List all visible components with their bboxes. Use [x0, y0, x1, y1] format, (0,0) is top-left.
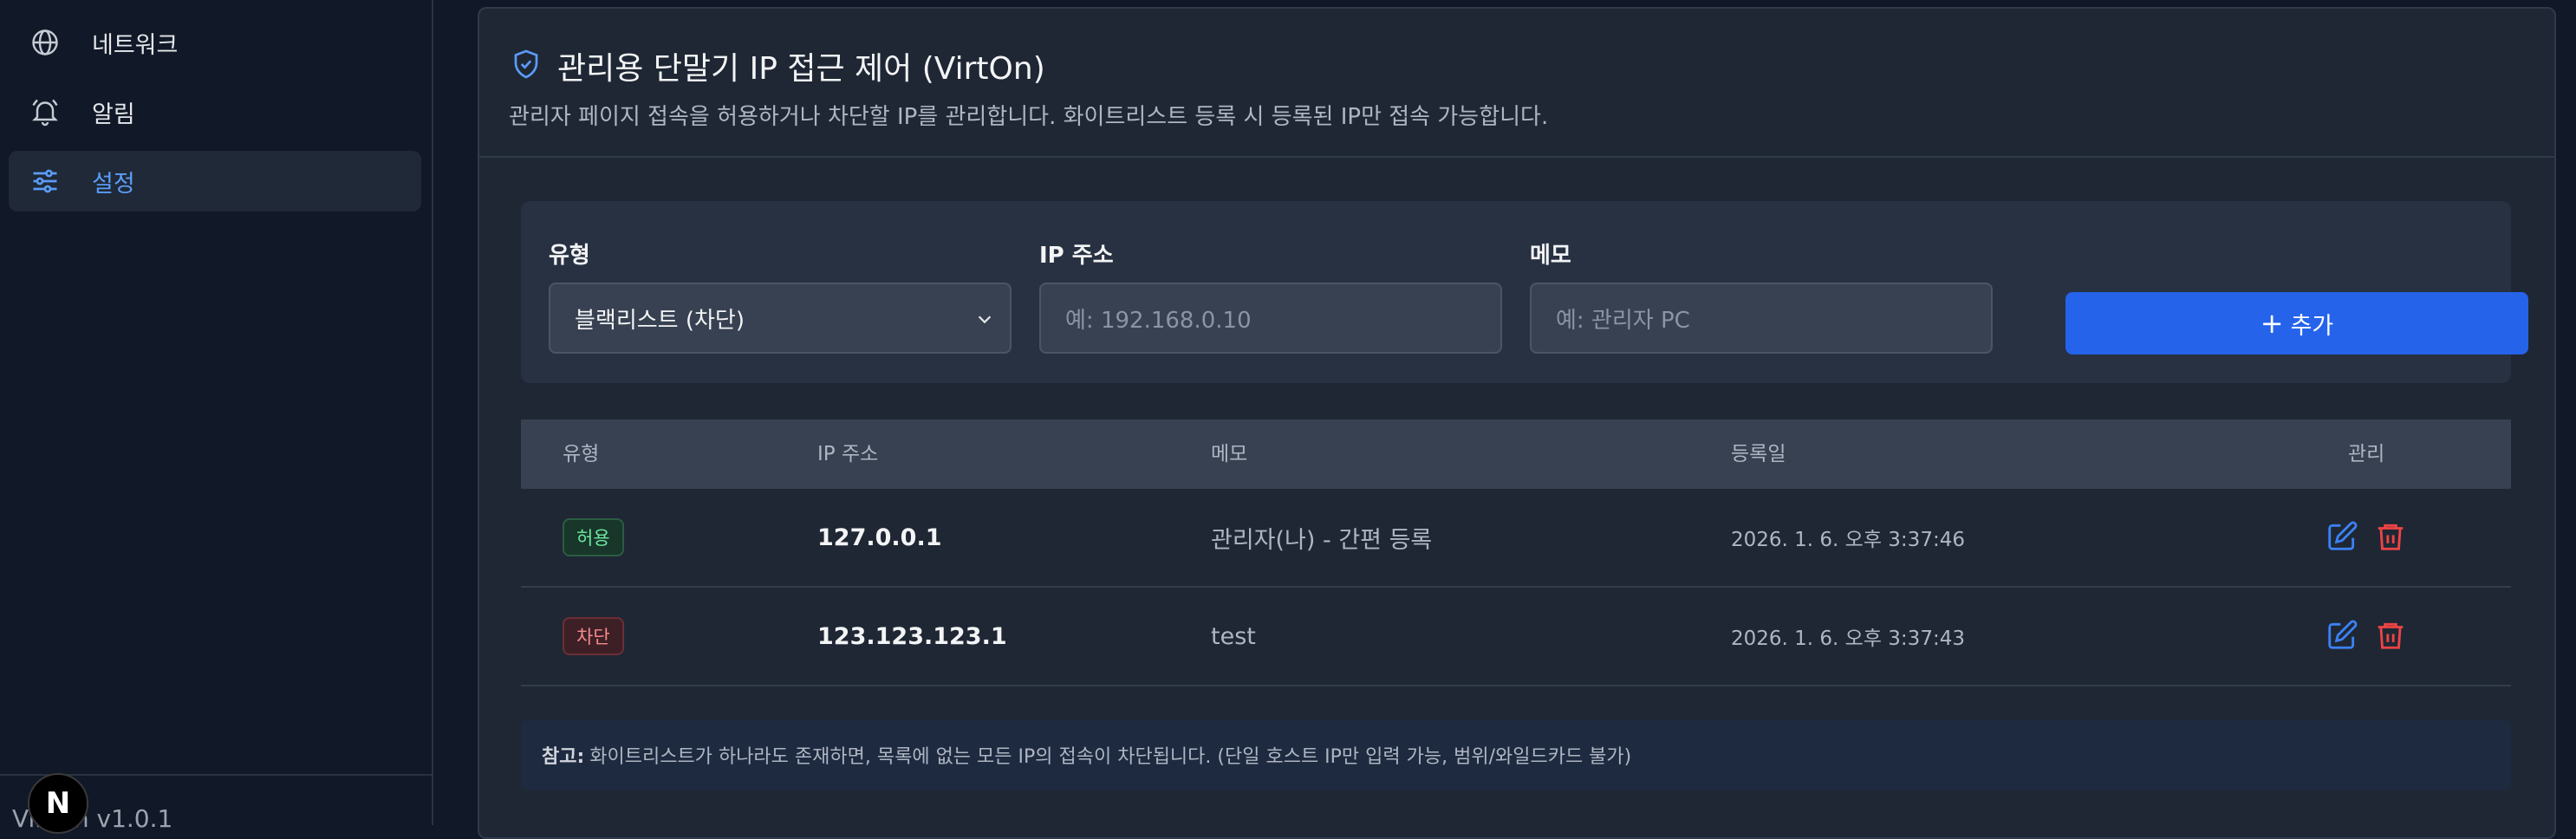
ip-cell: 127.0.0.1 [817, 524, 942, 551]
memo-label: 메모 [1530, 243, 1571, 269]
globe-icon [28, 25, 62, 60]
edit-icon[interactable] [2326, 520, 2360, 555]
sidebar-item-settings[interactable]: 설정 [9, 151, 421, 211]
info-note: 참고: 화이트리스트가 하나라도 존재하면, 목록에 없는 모든 IP의 접속이… [521, 719, 2511, 790]
trash-icon[interactable] [2374, 619, 2409, 654]
column-header: 메모 [1211, 443, 1248, 465]
memo-input[interactable]: 예: 관리자 PC [1530, 283, 1993, 354]
ip-table: 유형 IP 주소 메모 등록일 관리 허용 127.0.0.1 관리자(나) -… [521, 420, 2511, 686]
ip-cell: 123.123.123.1 [817, 622, 1007, 650]
add-button-label: 추가 [2290, 312, 2334, 340]
note-text: 화이트리스트가 하나라도 존재하면, 목록에 없는 모든 IP의 접속이 차단됩… [589, 746, 1632, 768]
card-header: 관리용 단말기 IP 접근 제어 (VirtOn) 관리자 페이지 접속을 허용… [479, 9, 2554, 158]
ip-label: IP 주소 [1039, 243, 1114, 269]
add-button[interactable]: + 추가 [2065, 292, 2528, 354]
note-prefix: 참고: [542, 746, 585, 768]
ip-access-card: 관리용 단말기 IP 접근 제어 (VirtOn) 관리자 페이지 접속을 허용… [478, 7, 2556, 839]
sidebar-item-label: 설정 [92, 170, 135, 198]
sidebar: 네트워크 알림 설정 VirtOn v1.0.1 N [0, 0, 433, 834]
plus-icon: + [2260, 307, 2284, 340]
sliders-icon [28, 164, 62, 198]
shield-icon [511, 49, 542, 83]
page-description: 관리자 페이지 접속을 허용하거나 차단할 IP를 관리합니다. 화이트리스트 … [509, 104, 1549, 130]
ip-input[interactable]: 예: 192.168.0.10 [1039, 283, 1502, 354]
type-select-value: 블랙리스트 (차단) [575, 307, 745, 334]
sidebar-item-network[interactable]: 네트워크 [9, 12, 421, 73]
type-select[interactable]: 블랙리스트 (차단) [549, 283, 1012, 354]
date-cell: 2026. 1. 6. 오후 3:37:46 [1731, 529, 1965, 551]
date-cell: 2026. 1. 6. 오후 3:37:43 [1731, 628, 1965, 650]
edit-icon[interactable] [2326, 619, 2360, 654]
sidebar-item-label: 알림 [92, 101, 135, 128]
column-header: 유형 [563, 443, 600, 465]
sidebar-item-alerts[interactable]: 알림 [9, 81, 421, 142]
column-header: IP 주소 [817, 443, 879, 465]
add-ip-form: 유형 블랙리스트 (차단) IP 주소 예: 192.168.0.10 메모 예… [521, 201, 2528, 383]
table-header: 유형 IP 주소 메모 등록일 관리 [521, 420, 2511, 489]
page-title: 관리용 단말기 IP 접근 제어 (VirtOn) [557, 51, 1045, 87]
bell-icon [28, 94, 62, 129]
type-label: 유형 [549, 243, 590, 269]
memo-cell: 관리자(나) - 간편 등록 [1211, 526, 1433, 554]
status-badge: 허용 [563, 518, 624, 556]
table-row: 허용 127.0.0.1 관리자(나) - 간편 등록 2026. 1. 6. … [521, 489, 2511, 588]
trash-icon[interactable] [2374, 520, 2409, 555]
chevron-down-icon [975, 309, 994, 335]
sidebar-item-label: 네트워크 [92, 31, 179, 59]
column-header: 관리 [2348, 443, 2385, 465]
memo-cell: test [1211, 622, 1256, 650]
column-header: 등록일 [1731, 443, 1786, 465]
table-row: 차단 123.123.123.1 test 2026. 1. 6. 오후 3:3… [521, 588, 2511, 686]
status-badge: 차단 [563, 617, 624, 655]
